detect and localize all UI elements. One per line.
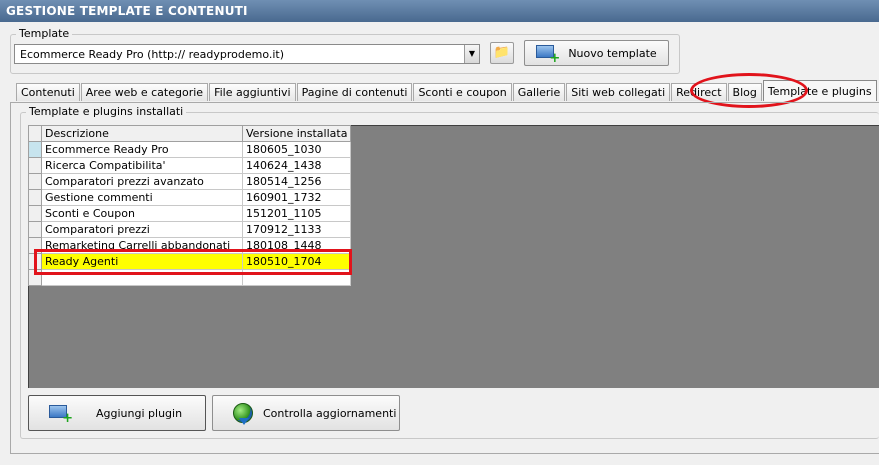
row-indicator[interactable] xyxy=(28,269,42,286)
add-plugin-icon: + xyxy=(49,405,73,425)
globe-update-icon xyxy=(233,403,253,425)
new-row-cell[interactable] xyxy=(241,269,352,286)
row-indicator[interactable] xyxy=(28,189,42,206)
table-row[interactable]: Remarketing Carrelli abbandonati 180108_… xyxy=(28,237,352,254)
add-window-icon: + xyxy=(536,45,560,65)
plugin-name[interactable]: Remarketing Carrelli abbandonati xyxy=(41,237,243,254)
add-plugin-label: Aggiungi plugin xyxy=(96,406,183,420)
row-indicator[interactable] xyxy=(28,173,42,190)
table-row[interactable]: Comparatori prezzi avanzato 180514_1256 xyxy=(28,173,352,190)
table-row[interactable]: Gestione commenti 160901_1732 xyxy=(28,189,352,206)
plugins-grid: Descrizione Versione installata Ecommerc… xyxy=(28,125,352,286)
plugin-name[interactable]: Gestione commenti xyxy=(41,189,243,206)
plugins-group-label: Template e plugins installati xyxy=(26,105,187,118)
plugin-version[interactable]: 180514_1256 xyxy=(241,173,352,190)
row-indicator[interactable] xyxy=(28,141,42,158)
window-title: GESTIONE TEMPLATE E CONTENUTI xyxy=(0,0,879,22)
tab-blog[interactable]: Blog xyxy=(727,83,762,101)
plugin-version[interactable]: 170912_1133 xyxy=(241,221,352,238)
template-select-value: Ecommerce Ready Pro (http:// readyprodem… xyxy=(20,48,285,61)
table-row-highlighted[interactable]: Ready Agenti 180510_1704 xyxy=(28,253,352,270)
row-indicator[interactable] xyxy=(28,237,42,254)
tab-aree-web[interactable]: Aree web e categorie xyxy=(80,83,209,101)
plugin-version[interactable]: 140624_1438 xyxy=(241,157,352,174)
new-template-button[interactable]: + Nuovo template xyxy=(524,40,669,66)
tab-template-plugins[interactable]: Template e plugins xyxy=(762,80,877,101)
tab-redirect[interactable]: Redirect xyxy=(671,83,727,101)
tab-pagine-contenuti[interactable]: Pagine di contenuti xyxy=(296,83,413,101)
table-row-new[interactable] xyxy=(28,269,352,286)
add-plugin-button[interactable]: + Aggiungi plugin xyxy=(28,395,206,431)
column-header-description[interactable]: Descrizione xyxy=(41,125,243,142)
plugin-version[interactable]: 180510_1704 xyxy=(241,253,352,270)
check-updates-label: Controlla aggiornamenti xyxy=(263,406,397,420)
plugin-version[interactable]: 151201_1105 xyxy=(241,205,352,222)
plugin-version[interactable]: 180108_1448 xyxy=(241,237,352,254)
plugin-version[interactable]: 160901_1732 xyxy=(241,189,352,206)
folder-icon: 📁 xyxy=(493,45,511,60)
check-updates-button[interactable]: Controlla aggiornamenti xyxy=(212,395,400,431)
tab-sconti-coupon[interactable]: Sconti e coupon xyxy=(413,83,512,101)
tab-file-aggiuntivi[interactable]: File aggiuntivi xyxy=(209,83,296,101)
row-indicator[interactable] xyxy=(28,157,42,174)
tab-siti-web-collegati[interactable]: Siti web collegati xyxy=(566,83,671,101)
table-row[interactable]: Ricerca Compatibilita' 140624_1438 xyxy=(28,157,352,174)
table-row[interactable]: Ecommerce Ready Pro 180605_1030 xyxy=(28,141,352,158)
plugin-name[interactable]: Comparatori prezzi xyxy=(41,221,243,238)
open-folder-button[interactable]: 📁 xyxy=(490,42,514,64)
chevron-down-icon[interactable]: ▼ xyxy=(464,45,479,63)
plugin-version[interactable]: 180605_1030 xyxy=(241,141,352,158)
table-row[interactable]: Comparatori prezzi 170912_1133 xyxy=(28,221,352,238)
table-row[interactable]: Sconti e Coupon 151201_1105 xyxy=(28,205,352,222)
row-indicator[interactable] xyxy=(28,221,42,238)
plugin-name[interactable]: Ecommerce Ready Pro xyxy=(41,141,243,158)
plugin-name[interactable]: Ready Agenti xyxy=(41,253,243,270)
plugin-name[interactable]: Sconti e Coupon xyxy=(41,205,243,222)
plugin-name[interactable]: Comparatori prezzi avanzato xyxy=(41,173,243,190)
row-indicator-header xyxy=(28,125,42,142)
new-row-cell[interactable] xyxy=(41,269,243,286)
row-indicator[interactable] xyxy=(28,253,42,270)
template-group-label: Template xyxy=(16,27,73,40)
tab-gallerie[interactable]: Gallerie xyxy=(512,83,566,101)
plugin-name[interactable]: Ricerca Compatibilita' xyxy=(41,157,243,174)
row-indicator[interactable] xyxy=(28,205,42,222)
template-select[interactable]: Ecommerce Ready Pro (http:// readyprodem… xyxy=(14,44,480,64)
column-header-version[interactable]: Versione installata xyxy=(241,125,352,142)
tab-bar: Contenuti Aree web e categorie File aggi… xyxy=(16,80,878,102)
tab-contenuti[interactable]: Contenuti xyxy=(16,83,80,101)
new-template-label: Nuovo template xyxy=(568,46,657,60)
